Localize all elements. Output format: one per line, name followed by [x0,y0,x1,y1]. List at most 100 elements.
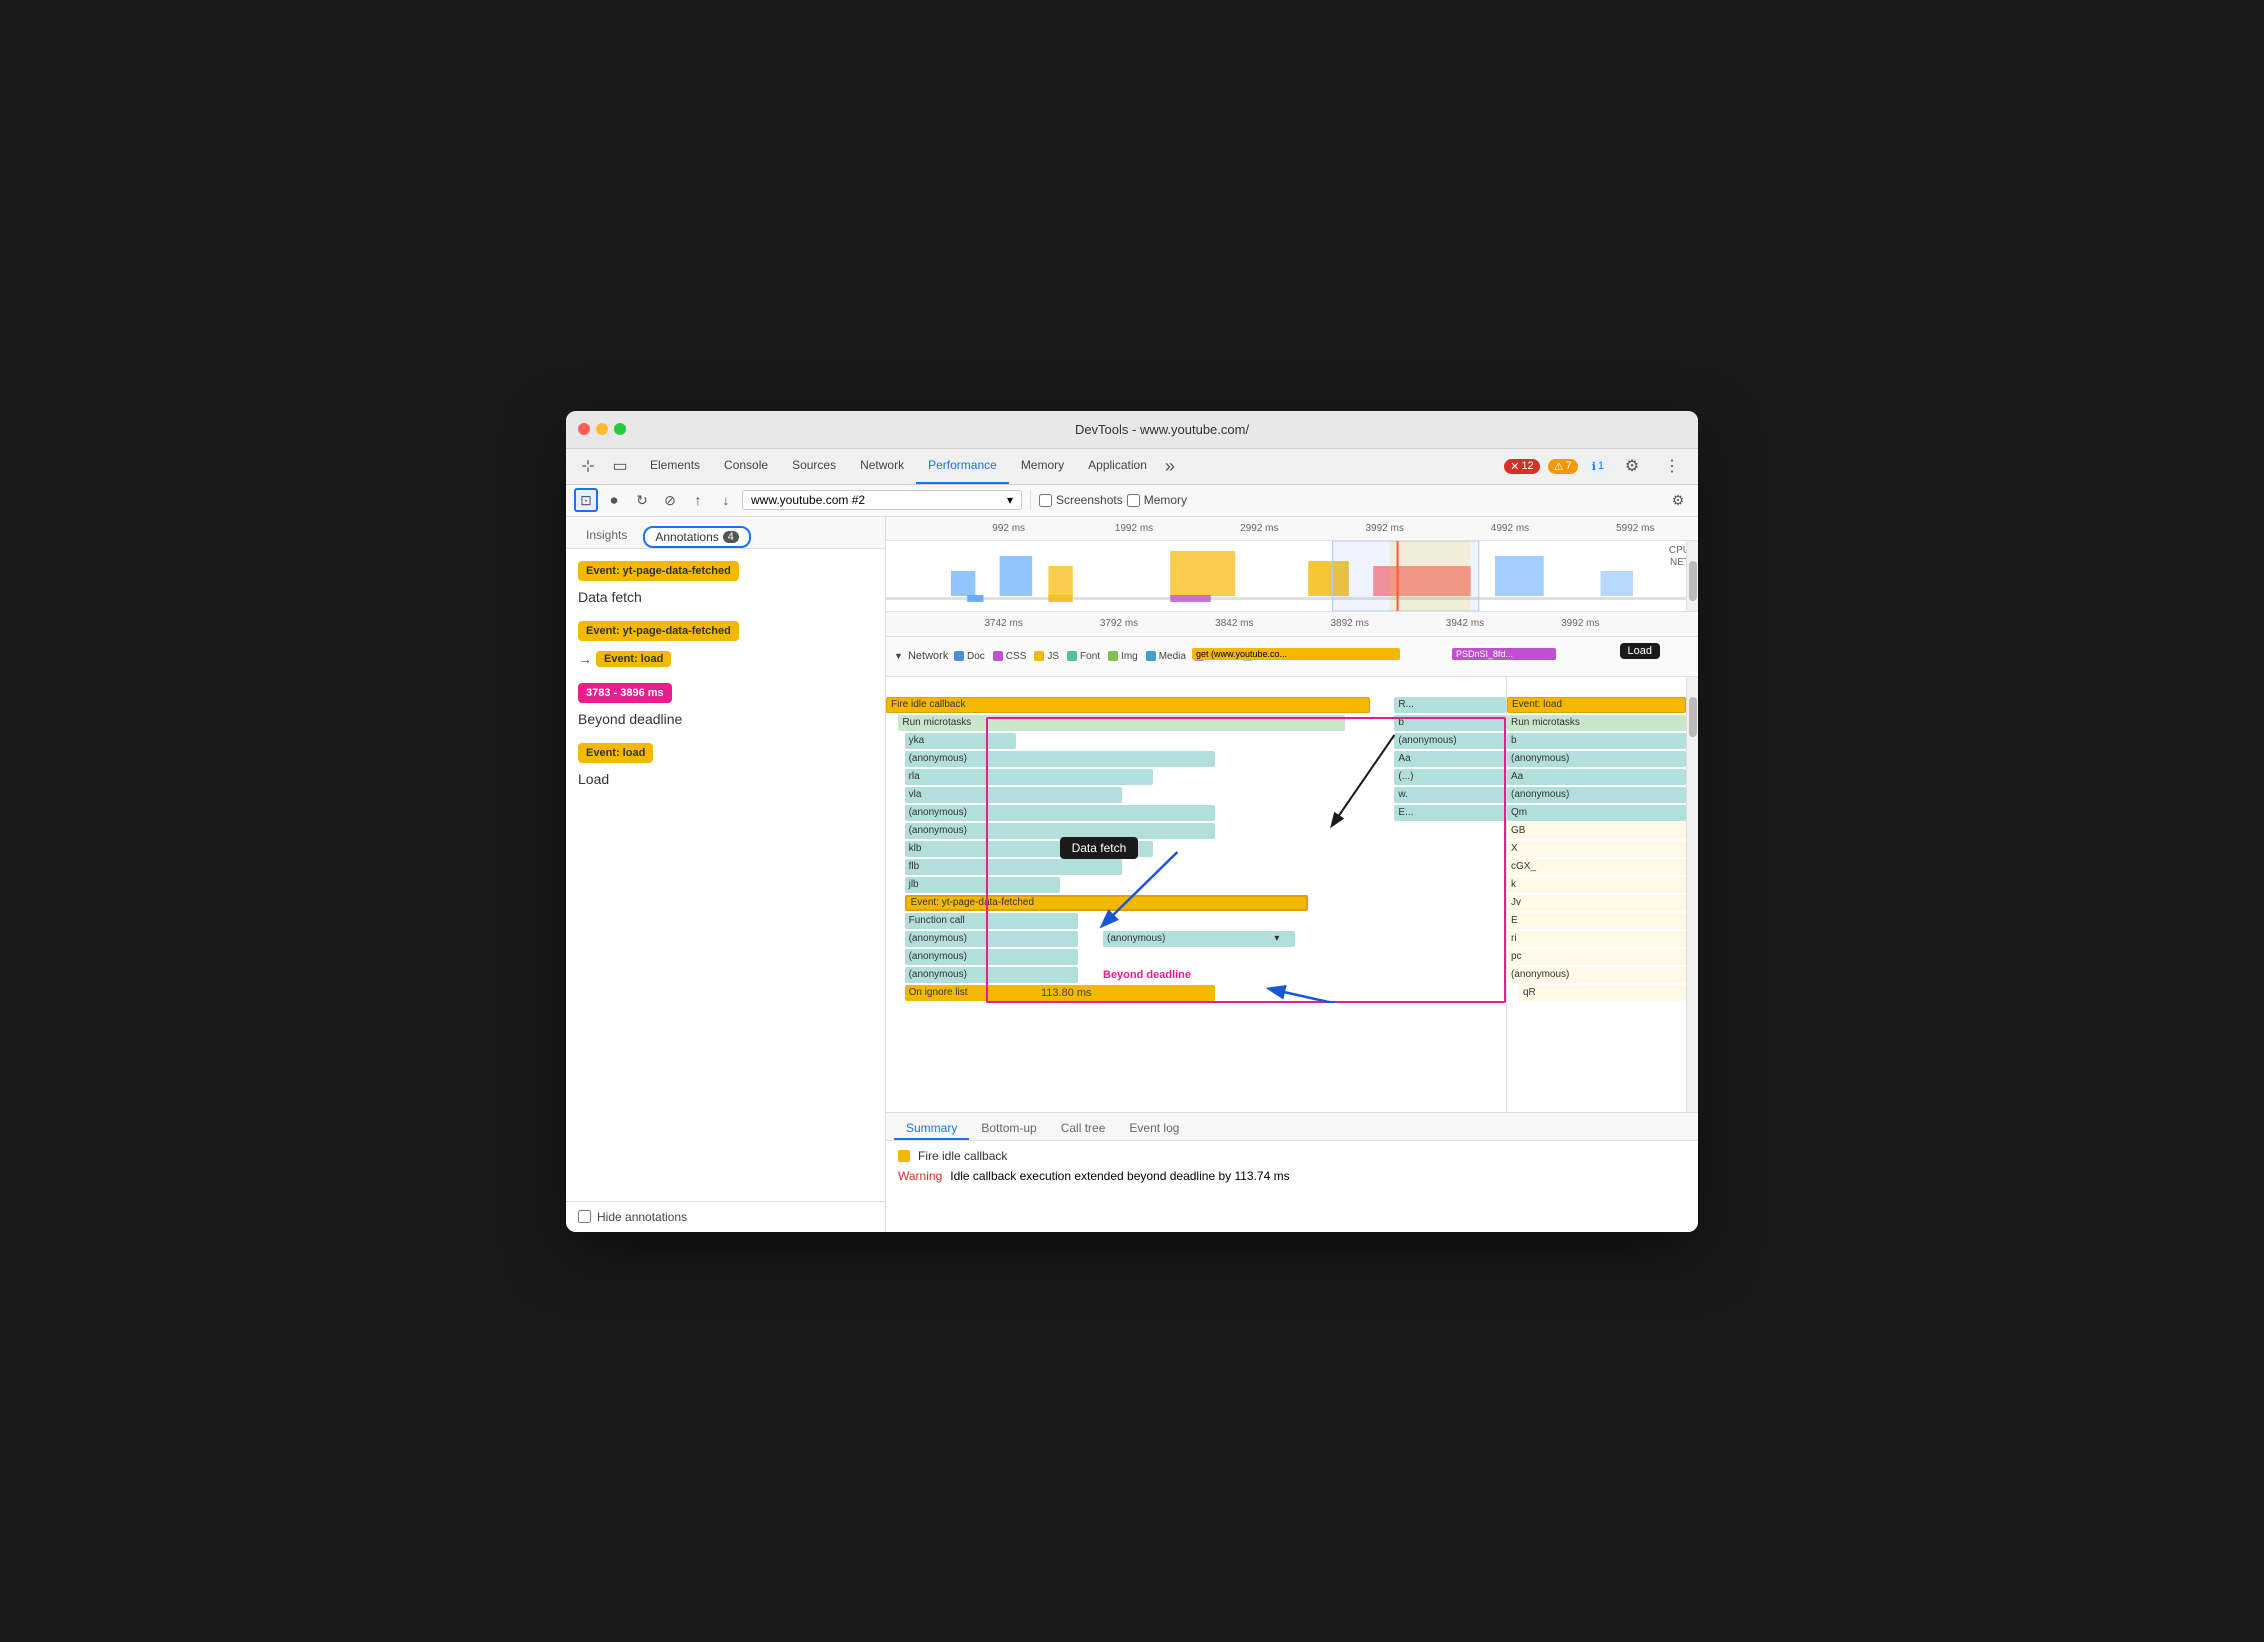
flame-bar-yt-event[interactable]: Event: yt-page-data-fetched [905,895,1308,911]
right-row-anon-pc[interactable]: (anonymous) [1507,967,1686,985]
tab-performance[interactable]: Performance [916,448,1009,484]
flame-row-8[interactable]: (anonymous) [886,823,1506,841]
main-scrollbar[interactable] [1686,677,1698,1112]
insights-tab[interactable]: Insights [574,524,639,548]
flame-bar-e[interactable]: E... [1394,805,1506,821]
right-row-qm[interactable]: Qm [1507,805,1686,823]
main-scrollbar-thumb[interactable] [1689,697,1697,737]
capture-settings-icon[interactable]: ⚙ [1666,488,1690,512]
right-bar-aa[interactable]: Aa [1507,769,1686,785]
flame-bar-fire-idle[interactable]: Fire idle callback [886,697,1370,713]
flame-row-13[interactable]: Function call [886,913,1506,931]
flame-row-4[interactable]: (anonymous) Aa [886,751,1506,769]
flame-row-9[interactable]: klb [886,841,1506,859]
hide-annotations-checkbox[interactable] [578,1210,591,1223]
flame-bar-jlb[interactable]: jlb [905,877,1060,893]
right-row-x[interactable]: X [1507,841,1686,859]
url-bar[interactable]: www.youtube.com #2 ▾ [742,490,1022,510]
flame-bar-anon-1[interactable]: (anonymous) [1394,733,1506,749]
right-bar-e[interactable]: E [1507,913,1686,929]
flame-bar-r[interactable]: R... [1394,697,1506,713]
annotation-label-3[interactable]: 3783 - 3896 ms [578,683,672,703]
flame-bar-flb[interactable]: flb [905,859,1122,875]
tab-memory[interactable]: Memory [1009,448,1076,484]
right-bar-anon-pc[interactable]: (anonymous) [1507,967,1686,983]
element-picker-icon[interactable]: ⊹ [574,452,602,480]
annotation-sub-label[interactable]: Event: load [596,651,671,667]
right-row-k[interactable]: k [1507,877,1686,895]
right-row-gb[interactable]: GB [1507,823,1686,841]
flame-row-11[interactable]: jlb [886,877,1506,895]
tab-elements[interactable]: Elements [638,448,712,484]
flame-bar-anon-8[interactable]: (anonymous) [905,967,1079,983]
warn-badge[interactable]: ⚠ 7 [1548,459,1578,474]
flame-bar-anon-6[interactable]: (anonymous) [1103,931,1277,947]
flame-row-3[interactable]: yka (anonymous) [886,733,1506,751]
flame-bar-anon-5[interactable]: (anonymous) [905,931,1079,947]
flame-bar-run-microtasks[interactable]: Run microtasks [898,715,1344,731]
timeline-header[interactable]: 992 ms 1992 ms 2992 ms 3992 ms 4992 ms 5… [886,517,1698,637]
flame-bar-w[interactable]: w. [1394,787,1506,803]
bottom-tab-summary[interactable]: Summary [894,1118,969,1140]
right-row-aa[interactable]: Aa [1507,769,1686,787]
annotations-tab[interactable]: Annotations 4 [643,526,751,548]
minimize-button[interactable] [596,423,608,435]
right-row-run-microtasks[interactable]: Run microtasks [1507,715,1686,733]
tab-console[interactable]: Console [712,448,780,484]
right-bar-qr[interactable]: qR [1519,985,1686,1001]
flame-bar-anon-2[interactable]: (anonymous) [905,751,1215,767]
right-bar-pc[interactable]: pc [1507,949,1686,965]
flame-row-6[interactable]: vla w. [886,787,1506,805]
flame-row-14[interactable]: (anonymous) (anonymous) ▾ [886,931,1506,949]
right-bar-k[interactable]: k [1507,877,1686,893]
upload-button[interactable]: ↑ [686,488,710,512]
flame-row-15[interactable]: (anonymous) [886,949,1506,967]
clear-button[interactable]: ⊘ [658,488,682,512]
reload-button[interactable]: ↻ [630,488,654,512]
info-badge[interactable]: ℹ 1 [1586,459,1610,474]
more-tabs-button[interactable]: » [1159,456,1181,477]
right-row-pc[interactable]: pc [1507,949,1686,967]
right-bar-cgx[interactable]: cGX_ [1507,859,1686,875]
flame-row-17[interactable]: On ignore list 113.80 ms [886,985,1506,1003]
right-row-qr[interactable]: qR [1507,985,1686,1003]
flame-bar-function-call[interactable]: Function call [905,913,1079,929]
right-bar-gb[interactable]: GB [1507,823,1686,839]
sidebar-toggle-button[interactable]: ⊡ [574,488,598,512]
url-dropdown-icon[interactable]: ▾ [1007,493,1013,507]
right-row-jv[interactable]: Jv [1507,895,1686,913]
right-bar-b[interactable]: b [1507,733,1686,749]
network-request-1[interactable]: get (www.youtube.co... [1192,648,1400,660]
scrollbar-thumb[interactable] [1689,561,1697,601]
more-options-icon[interactable]: ⋮ [1658,452,1686,480]
flame-bar-aa-1[interactable]: Aa [1394,751,1506,767]
flame-row-1[interactable]: Fire idle callback R... [886,697,1506,715]
right-row-b[interactable]: b [1507,733,1686,751]
flame-bar-elip-1[interactable]: (...) [1394,769,1506,785]
right-bar-x[interactable]: X [1507,841,1686,857]
right-row-e[interactable]: E [1507,913,1686,931]
close-button[interactable] [578,423,590,435]
right-bar-anon-2[interactable]: (anonymous) [1507,787,1686,803]
flame-bar-vla[interactable]: vla [905,787,1122,803]
flame-bar-klb[interactable]: klb [905,841,1153,857]
timeline-overview-chart[interactable]: CPU NET [886,541,1698,611]
network-request-2[interactable]: PSDnSI_8fd... [1452,648,1556,660]
tab-sources[interactable]: Sources [780,448,848,484]
flame-bar-dropdown[interactable]: ▾ [1270,931,1295,947]
settings-icon[interactable]: ⚙ [1618,452,1646,480]
download-button[interactable]: ↓ [714,488,738,512]
flame-bar-anon-7[interactable]: (anonymous) [905,949,1079,965]
right-bar-anon-1[interactable]: (anonymous) [1507,751,1686,767]
bottom-tab-bottom-up[interactable]: Bottom-up [969,1118,1048,1140]
flame-chart[interactable]: ··· Fire idle callback R... Run microtas… [886,677,1506,1112]
tab-network[interactable]: Network [848,448,916,484]
right-bar-ri[interactable]: ri [1507,931,1686,947]
flame-bar-b-1[interactable]: b [1394,715,1506,731]
flame-row-16[interactable]: (anonymous) Beyond deadline [886,967,1506,985]
flame-row-10[interactable]: flb [886,859,1506,877]
right-row-cgx[interactable]: cGX_ [1507,859,1686,877]
device-toolbar-icon[interactable]: ▭ [606,452,634,480]
flame-bar-anon-3[interactable]: (anonymous) [905,805,1215,821]
maximize-button[interactable] [614,423,626,435]
